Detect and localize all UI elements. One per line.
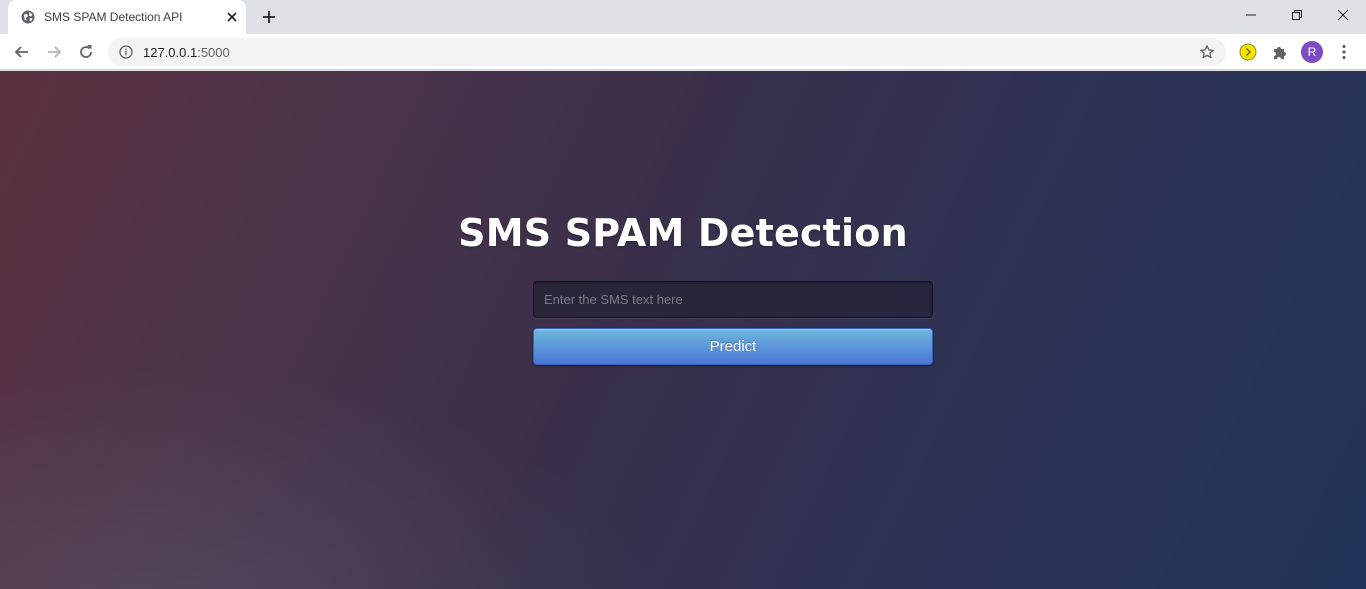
back-button[interactable] xyxy=(11,41,33,63)
back-icon xyxy=(14,46,28,58)
profile-avatar[interactable]: R xyxy=(1301,41,1323,63)
url-host: 127.0.0.1 xyxy=(143,45,198,60)
sms-text-input[interactable] xyxy=(533,281,933,318)
minimize-button[interactable] xyxy=(1228,0,1274,30)
restore-icon xyxy=(1292,10,1302,20)
page-viewport: SMS SPAM Detection Predict xyxy=(0,71,1366,589)
forward-icon xyxy=(48,46,62,58)
info-icon[interactable] xyxy=(119,45,133,59)
extension-icon[interactable] xyxy=(1238,42,1258,62)
url-text: 127.0.0.1:5000 xyxy=(143,45,230,60)
star-icon[interactable] xyxy=(1199,44,1215,60)
puzzle-icon[interactable] xyxy=(1270,42,1290,62)
tab-strip: SMS SPAM Detection API xyxy=(0,0,1366,34)
address-bar[interactable]: 127.0.0.1:5000 xyxy=(108,38,1226,66)
plus-icon[interactable] xyxy=(260,8,278,26)
url-port: :5000 xyxy=(197,45,230,60)
tab-title: SMS SPAM Detection API xyxy=(44,10,183,24)
close-icon[interactable] xyxy=(224,9,240,25)
page-title: SMS SPAM Detection xyxy=(458,211,908,255)
globe-icon xyxy=(21,10,35,24)
predict-button[interactable]: Predict xyxy=(533,328,933,365)
browser-tab[interactable]: SMS SPAM Detection API xyxy=(8,0,246,34)
close-window-button[interactable] xyxy=(1320,0,1366,30)
reload-icon xyxy=(80,45,92,58)
restore-button[interactable] xyxy=(1274,0,1320,30)
browser-toolbar: 127.0.0.1:5000 R xyxy=(0,34,1366,70)
minimize-icon xyxy=(1246,14,1256,16)
menu-icon[interactable] xyxy=(1334,42,1354,62)
reload-button[interactable] xyxy=(75,41,97,63)
forward-button[interactable] xyxy=(43,41,65,63)
close-window-icon xyxy=(1337,9,1349,21)
